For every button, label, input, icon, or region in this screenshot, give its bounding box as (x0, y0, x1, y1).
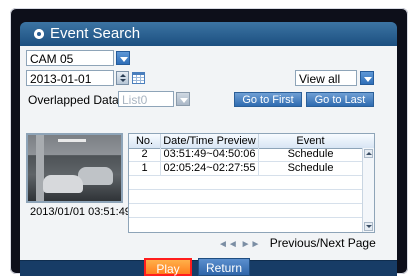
preview-car-front (43, 175, 83, 193)
row-time: 02:05:24~02:27:55 (161, 162, 259, 175)
screen: Event Search CAM 05 2013-01-01 View all … (0, 0, 417, 280)
date-field[interactable]: 2013-01-01 (26, 70, 114, 86)
pager[interactable]: ◄◄ ►► Previous/Next Page (218, 236, 376, 250)
event-search-dialog: Event Search CAM 05 2013-01-01 View all … (20, 22, 397, 276)
table-row-empty (129, 176, 374, 190)
action-bar: Play Return (20, 258, 397, 276)
row-no: 2 (129, 148, 161, 161)
camera-select[interactable]: CAM 05 (26, 50, 114, 66)
row-event: Schedule (287, 162, 334, 174)
scroll-up-icon[interactable] (364, 149, 373, 158)
row-no: 1 (129, 162, 161, 175)
return-button[interactable]: Return (198, 258, 250, 276)
pager-arrows-icon[interactable]: ◄◄ ►► (218, 239, 260, 250)
title-icon (34, 29, 44, 39)
preview-thumbnail (26, 133, 123, 203)
overlap-list-select[interactable]: List0 (118, 91, 174, 107)
play-button[interactable]: Play (144, 258, 192, 276)
go-to-last-button[interactable]: Go to Last (306, 92, 374, 107)
table-row-empty (129, 190, 374, 204)
table-row[interactable]: 2 03:51:49~04:50:06 Schedule (129, 148, 374, 162)
event-table: No. Date/Time Preview Event 2 03:51:49~0… (128, 133, 375, 233)
pager-label: Previous/Next Page (269, 236, 376, 250)
overlapped-data-label: Overlapped Data (28, 93, 119, 107)
view-mode-dropdown-icon[interactable] (360, 71, 374, 85)
preview-light (58, 139, 86, 142)
dialog-title: Event Search (50, 25, 141, 42)
row-event: Schedule (287, 148, 334, 160)
table-scrollbar[interactable] (362, 148, 374, 232)
camera-dropdown-icon[interactable] (116, 51, 130, 65)
view-mode-select[interactable]: View all (295, 70, 357, 86)
calendar-icon[interactable] (132, 72, 145, 84)
dialog-titlebar: Event Search (20, 22, 397, 46)
date-spinner-icon[interactable] (116, 71, 129, 85)
table-header: No. Date/Time Preview Event (129, 134, 374, 149)
go-to-first-button[interactable]: Go to First (234, 92, 302, 107)
scroll-down-icon[interactable] (364, 222, 373, 231)
dialog-content: CAM 05 2013-01-01 View all Overlapped Da… (20, 46, 397, 276)
preview-timestamp: 2013/01/01 03:51:49 (30, 206, 131, 218)
header-event: Event (296, 135, 325, 147)
header-no: No. (129, 134, 161, 148)
header-datetime: Date/Time Preview (161, 134, 259, 148)
table-row-empty (129, 204, 374, 218)
overlap-list-dropdown-icon[interactable] (176, 92, 190, 106)
table-row[interactable]: 1 02:05:24~02:27:55 Schedule (129, 162, 374, 176)
row-time: 03:51:49~04:50:06 (161, 148, 259, 161)
preview-car-back (78, 167, 113, 185)
